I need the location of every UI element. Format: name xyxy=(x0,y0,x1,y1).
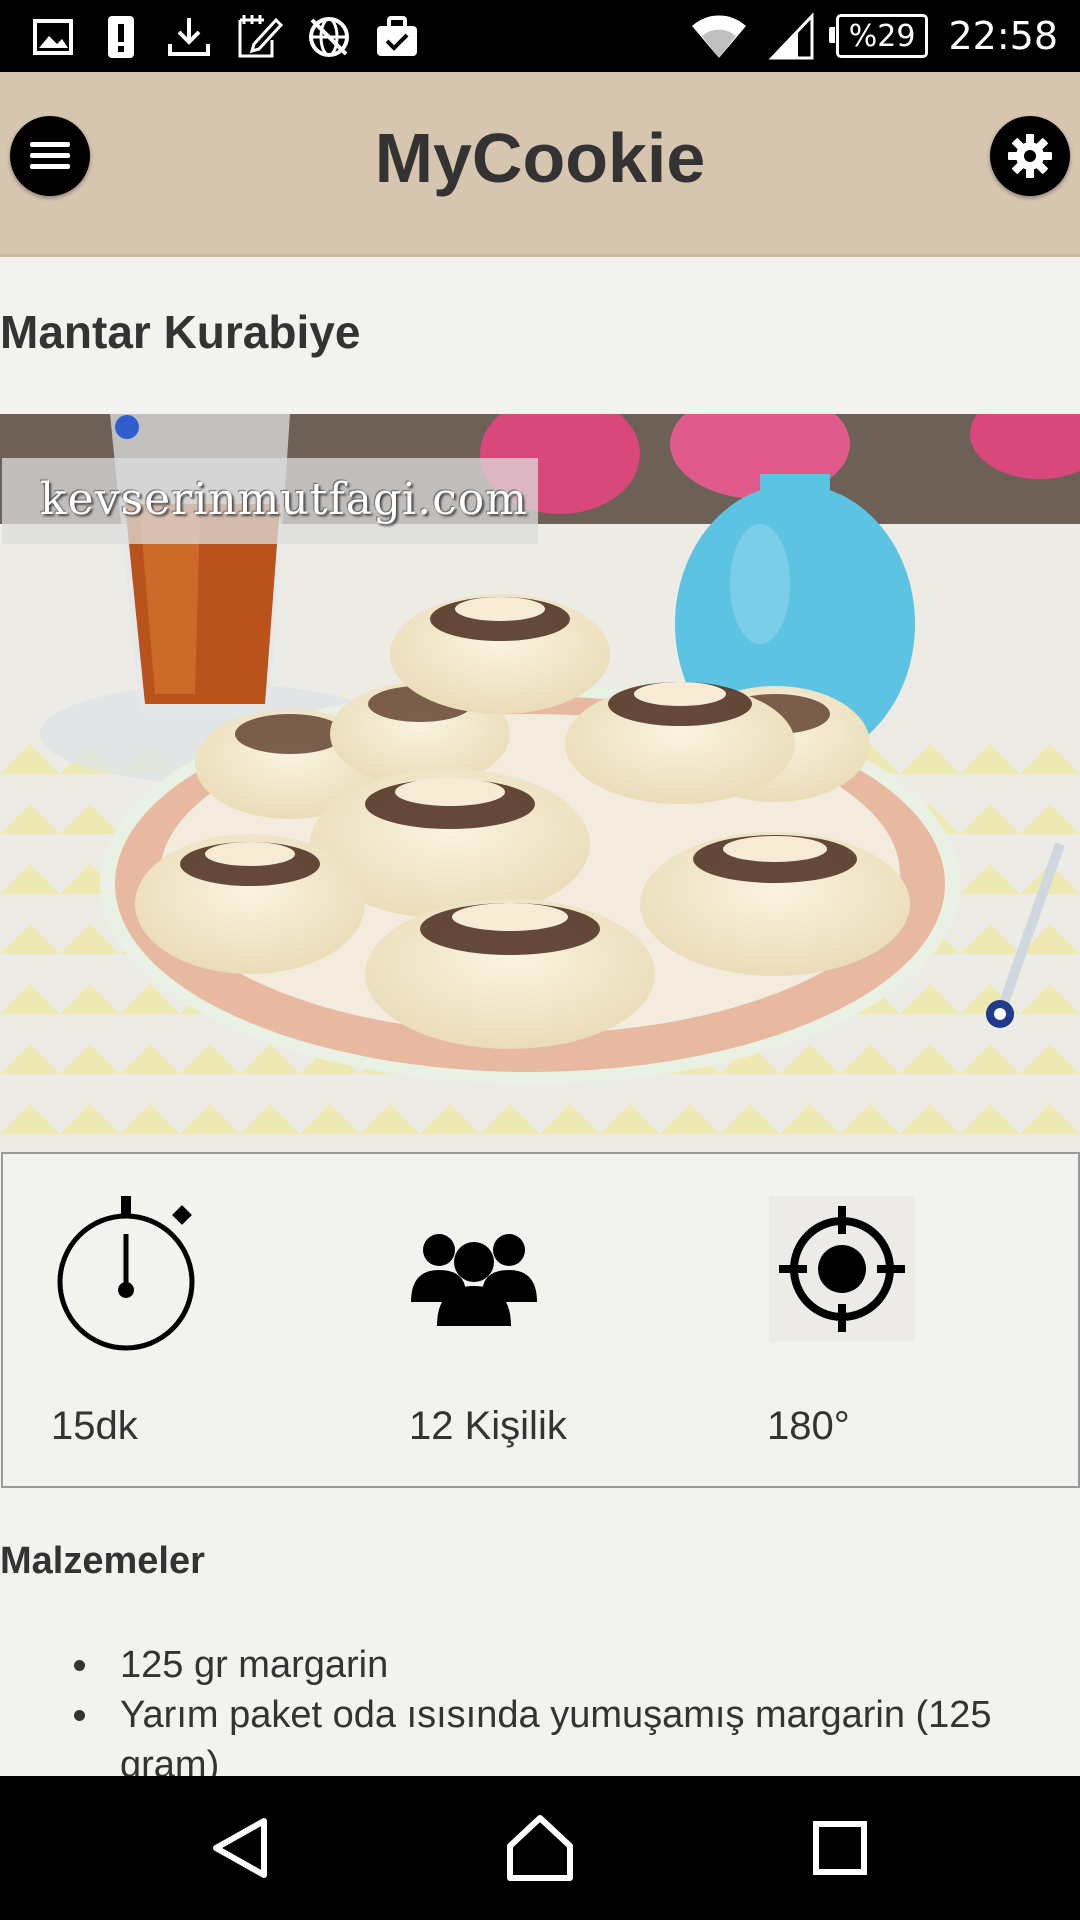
image-watermark: kevserinmutfagi.com xyxy=(2,458,538,544)
gear-icon xyxy=(1008,134,1052,178)
target-icon xyxy=(769,1196,915,1342)
temperature-value: 180° xyxy=(767,1404,850,1448)
ingredients-title: Malzemeler xyxy=(0,1540,205,1582)
watermark-text: kevserinmutfagi.com xyxy=(40,474,528,525)
bullet xyxy=(74,1660,85,1671)
navigation-bar xyxy=(0,1776,1080,1920)
list-item: 125 gr margarin xyxy=(0,1640,1080,1690)
people-icon xyxy=(411,1234,537,1326)
battery-indicator: %29 xyxy=(828,14,929,58)
back-icon xyxy=(213,1818,267,1878)
download-icon xyxy=(168,18,210,56)
notification-icons xyxy=(30,12,420,62)
servings-value: 12 Kişilik xyxy=(409,1404,567,1448)
home-icon xyxy=(507,1815,573,1881)
wifi-icon xyxy=(691,15,746,58)
settings-button[interactable] xyxy=(990,116,1070,196)
recents-icon xyxy=(813,1821,867,1875)
bullet xyxy=(74,1710,85,1721)
status-bar: %29 22:58 xyxy=(0,0,1080,72)
app-title: MyCookie xyxy=(374,119,706,197)
battery-level: %29 xyxy=(848,18,916,54)
signal-icon xyxy=(768,12,814,60)
app-bar: MyCookie xyxy=(0,72,1080,257)
ingredient-text: 125 gr margarin xyxy=(120,1644,389,1686)
edit-note-icon xyxy=(238,15,284,58)
image-icon xyxy=(33,19,73,55)
list-item: Yarım paket oda ısısında yumuşamış marga… xyxy=(0,1690,1080,1776)
clock: 22:58 xyxy=(948,14,1058,58)
ingredients-list: 125 gr margarin Yarım paket oda ısısında… xyxy=(0,1640,1080,1776)
back-button[interactable] xyxy=(196,1806,286,1890)
stopwatch-icon xyxy=(57,1196,195,1351)
home-button[interactable] xyxy=(495,1806,585,1890)
briefcase-check-icon xyxy=(377,16,417,56)
recipe-info-box: 15dk 12 Kişilik 180° xyxy=(1,1152,1080,1488)
recipe-title: Mantar Kurabiye xyxy=(0,306,361,358)
recents-button[interactable] xyxy=(795,1806,885,1890)
time-value: 15dk xyxy=(51,1404,138,1448)
ingredient-text: Yarım paket oda ısısında yumuşamış marga… xyxy=(120,1694,992,1776)
alert-icon xyxy=(108,16,134,58)
recipe-image: kevserinmutfagi.com xyxy=(0,414,1080,1152)
globe-off-icon xyxy=(309,17,349,57)
